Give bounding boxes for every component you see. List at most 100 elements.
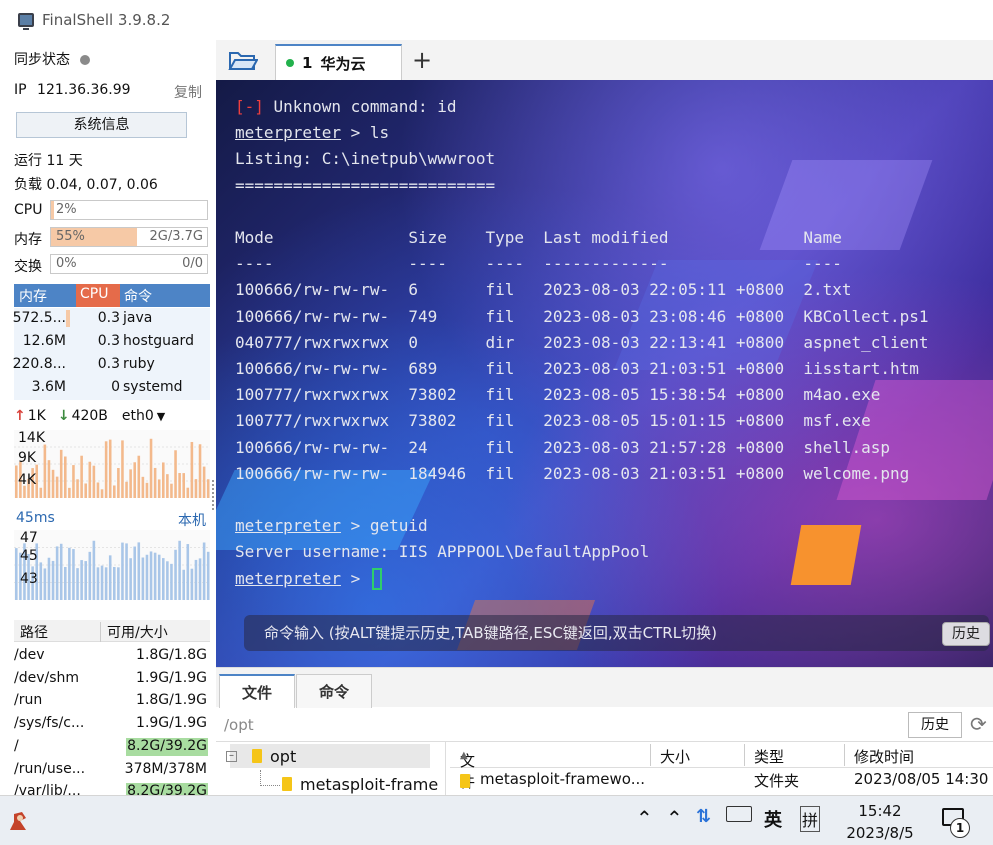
finalshell-taskbar-icon[interactable] [8,810,32,832]
caret-down-icon: ▼ [156,410,166,423]
disk-row[interactable]: /dev 1.8G/1.8G [14,644,210,667]
terminal[interactable]: [-] Unknown command: id meterpreter > ls L… [216,80,993,667]
terminal-text: > getuid [340,516,428,536]
terminal-text: ---- ---- ---- ------------- ---- [235,254,842,274]
chart-bar [190,568,194,600]
net-y-label: 4K [18,472,37,488]
chart-bar [64,456,67,498]
window-title: FinalShell 3.9.8.2 [42,11,171,29]
disk-row[interactable]: /sys/fs/c... 1.9G/1.9G [14,712,210,735]
path-history-button[interactable]: 历史 [908,712,962,738]
file-row[interactable]: metasploit-framewo... 文件夹 2023/08/05 14:… [450,768,993,792]
network-tray-icon[interactable]: ⇅ [696,806,711,827]
cpu-label: CPU [14,202,43,218]
system-info-button[interactable]: 系统信息 [16,112,187,138]
interface-select[interactable]: eth0 ▼ [122,408,165,424]
chart-bar [68,547,71,600]
chart-bar [55,546,59,600]
cpu-meter: 2% [50,200,208,220]
disk-usage: 1.9G/1.9G [136,715,207,732]
chevron-up-icon[interactable]: ⌃ [636,806,653,830]
chart-bar [178,473,181,498]
chart-bar [47,557,51,600]
proc-header-cpu[interactable]: CPU [76,284,120,307]
sort-asc-icon: ▲ [460,750,468,761]
add-tab-button[interactable]: + [412,46,432,74]
chart-bar [113,566,116,600]
process-row[interactable]: 12.6M 0.3 hostguard [14,331,210,354]
proc-header-mem[interactable]: 内存 [19,286,47,306]
process-row[interactable]: 220.8... 0.3 ruby [13,354,210,377]
process-row[interactable]: 572.5... 0.3 java [13,308,210,331]
current-path[interactable]: /opt [224,716,254,734]
chart-bar [190,441,194,498]
terminal-line: Mode Size Type Last modified Name [235,225,929,251]
process-row[interactable]: 3.6M 0 systemd [14,377,210,400]
tab-session-huaweicloud[interactable]: 1 华为云 [275,44,402,80]
chart-bar [76,568,79,600]
disk-row[interactable]: / 8.2G/39.2G [14,735,210,758]
disk-row[interactable]: /dev/shm 1.9G/1.9G [14,667,210,690]
chart-bar [202,542,206,600]
command-input[interactable]: 命令输入 (按ALT键提示历史,TAB键路径,ESC键返回,双击CTRL切换) [244,615,989,651]
latency-chart [14,530,210,600]
copy-ip-button[interactable]: 复制 [174,82,202,102]
disk-table-header: 路径 可用/大小 [14,620,210,642]
proc-cpu: 0.3 [97,356,120,372]
file-list-header: 文件名 ▲ 大小 类型 修改时间 [450,742,993,812]
chart-bar [72,465,75,498]
terminal-text: Listing: C:\inetpub\wwwroot [235,149,496,169]
tree-label-child[interactable]: metasploit-frame [300,775,438,794]
chevron-up-icon[interactable]: ⌃ [666,806,683,830]
disk-header-path[interactable]: 路径 [20,622,48,642]
chart-bar [162,462,165,498]
proc-header-cmd[interactable]: 命令 [124,286,152,306]
file-header-size[interactable]: 大小 [660,746,690,767]
session-tab-bar: 1 华为云 + [216,40,993,80]
refresh-icon[interactable]: ⟳ [970,712,987,736]
upload-arrow-icon: ↑ [14,408,26,424]
latency-target[interactable]: 本机 [178,510,206,530]
ime-language[interactable]: 英 [764,806,782,832]
terminal-text: 040777/rwxrwxrwx 0 dir 2023-08-03 22:13:… [235,332,929,352]
file-header-type[interactable]: 类型 [754,746,784,767]
terminal-text: =========================== [235,175,496,195]
system-clock[interactable]: 15:42 2023/8/5 [840,800,920,844]
chart-bar [108,439,112,498]
tab-commands[interactable]: 命令 [296,674,372,708]
disk-row[interactable]: /run/use... 378M/378M [14,758,210,781]
disk-path: /run [14,692,43,709]
ime-mode[interactable]: 拼 [800,806,821,832]
lat-y-label: 47 [20,530,38,546]
chart-bar [178,540,181,600]
panel-resize-handle[interactable] [212,480,215,510]
disk-row[interactable]: /run 1.8G/1.9G [14,689,210,712]
folder-open-icon[interactable] [228,49,258,71]
mem-meter: 55% 2G/3.7G [50,227,208,247]
chart-bar [182,473,185,498]
chart-bar [92,465,96,498]
disk-row[interactable]: /var/lib/... 8.2G/39.2G [14,780,210,795]
tab-files[interactable]: 文件 [219,674,295,708]
disk-header-size[interactable]: 可用/大小 [100,622,168,642]
disk-usage: 1.8G/1.9G [136,692,207,709]
tab-number: 1 [302,54,313,72]
chart-bar [149,551,153,600]
command-history-button[interactable]: 历史 [942,622,990,646]
chart-bar [162,558,165,600]
chart-bar [166,561,169,600]
disk-usage: 1.9G/1.9G [136,669,207,686]
bottom-tab-bar: 文件 命令 [216,667,993,708]
disk-path: /var/lib/... [14,783,81,795]
file-header-modified[interactable]: 修改时间 [854,746,914,767]
cpu-value: 2% [56,202,77,217]
chart-bar [121,542,124,600]
chart-bar [84,483,87,498]
chart-bar [59,449,63,498]
collapse-icon[interactable]: – [226,751,237,762]
mem-value: 55% [56,229,85,244]
keyboard-icon[interactable] [726,806,752,822]
tree-connector [260,770,280,786]
chart-bar [100,565,104,600]
